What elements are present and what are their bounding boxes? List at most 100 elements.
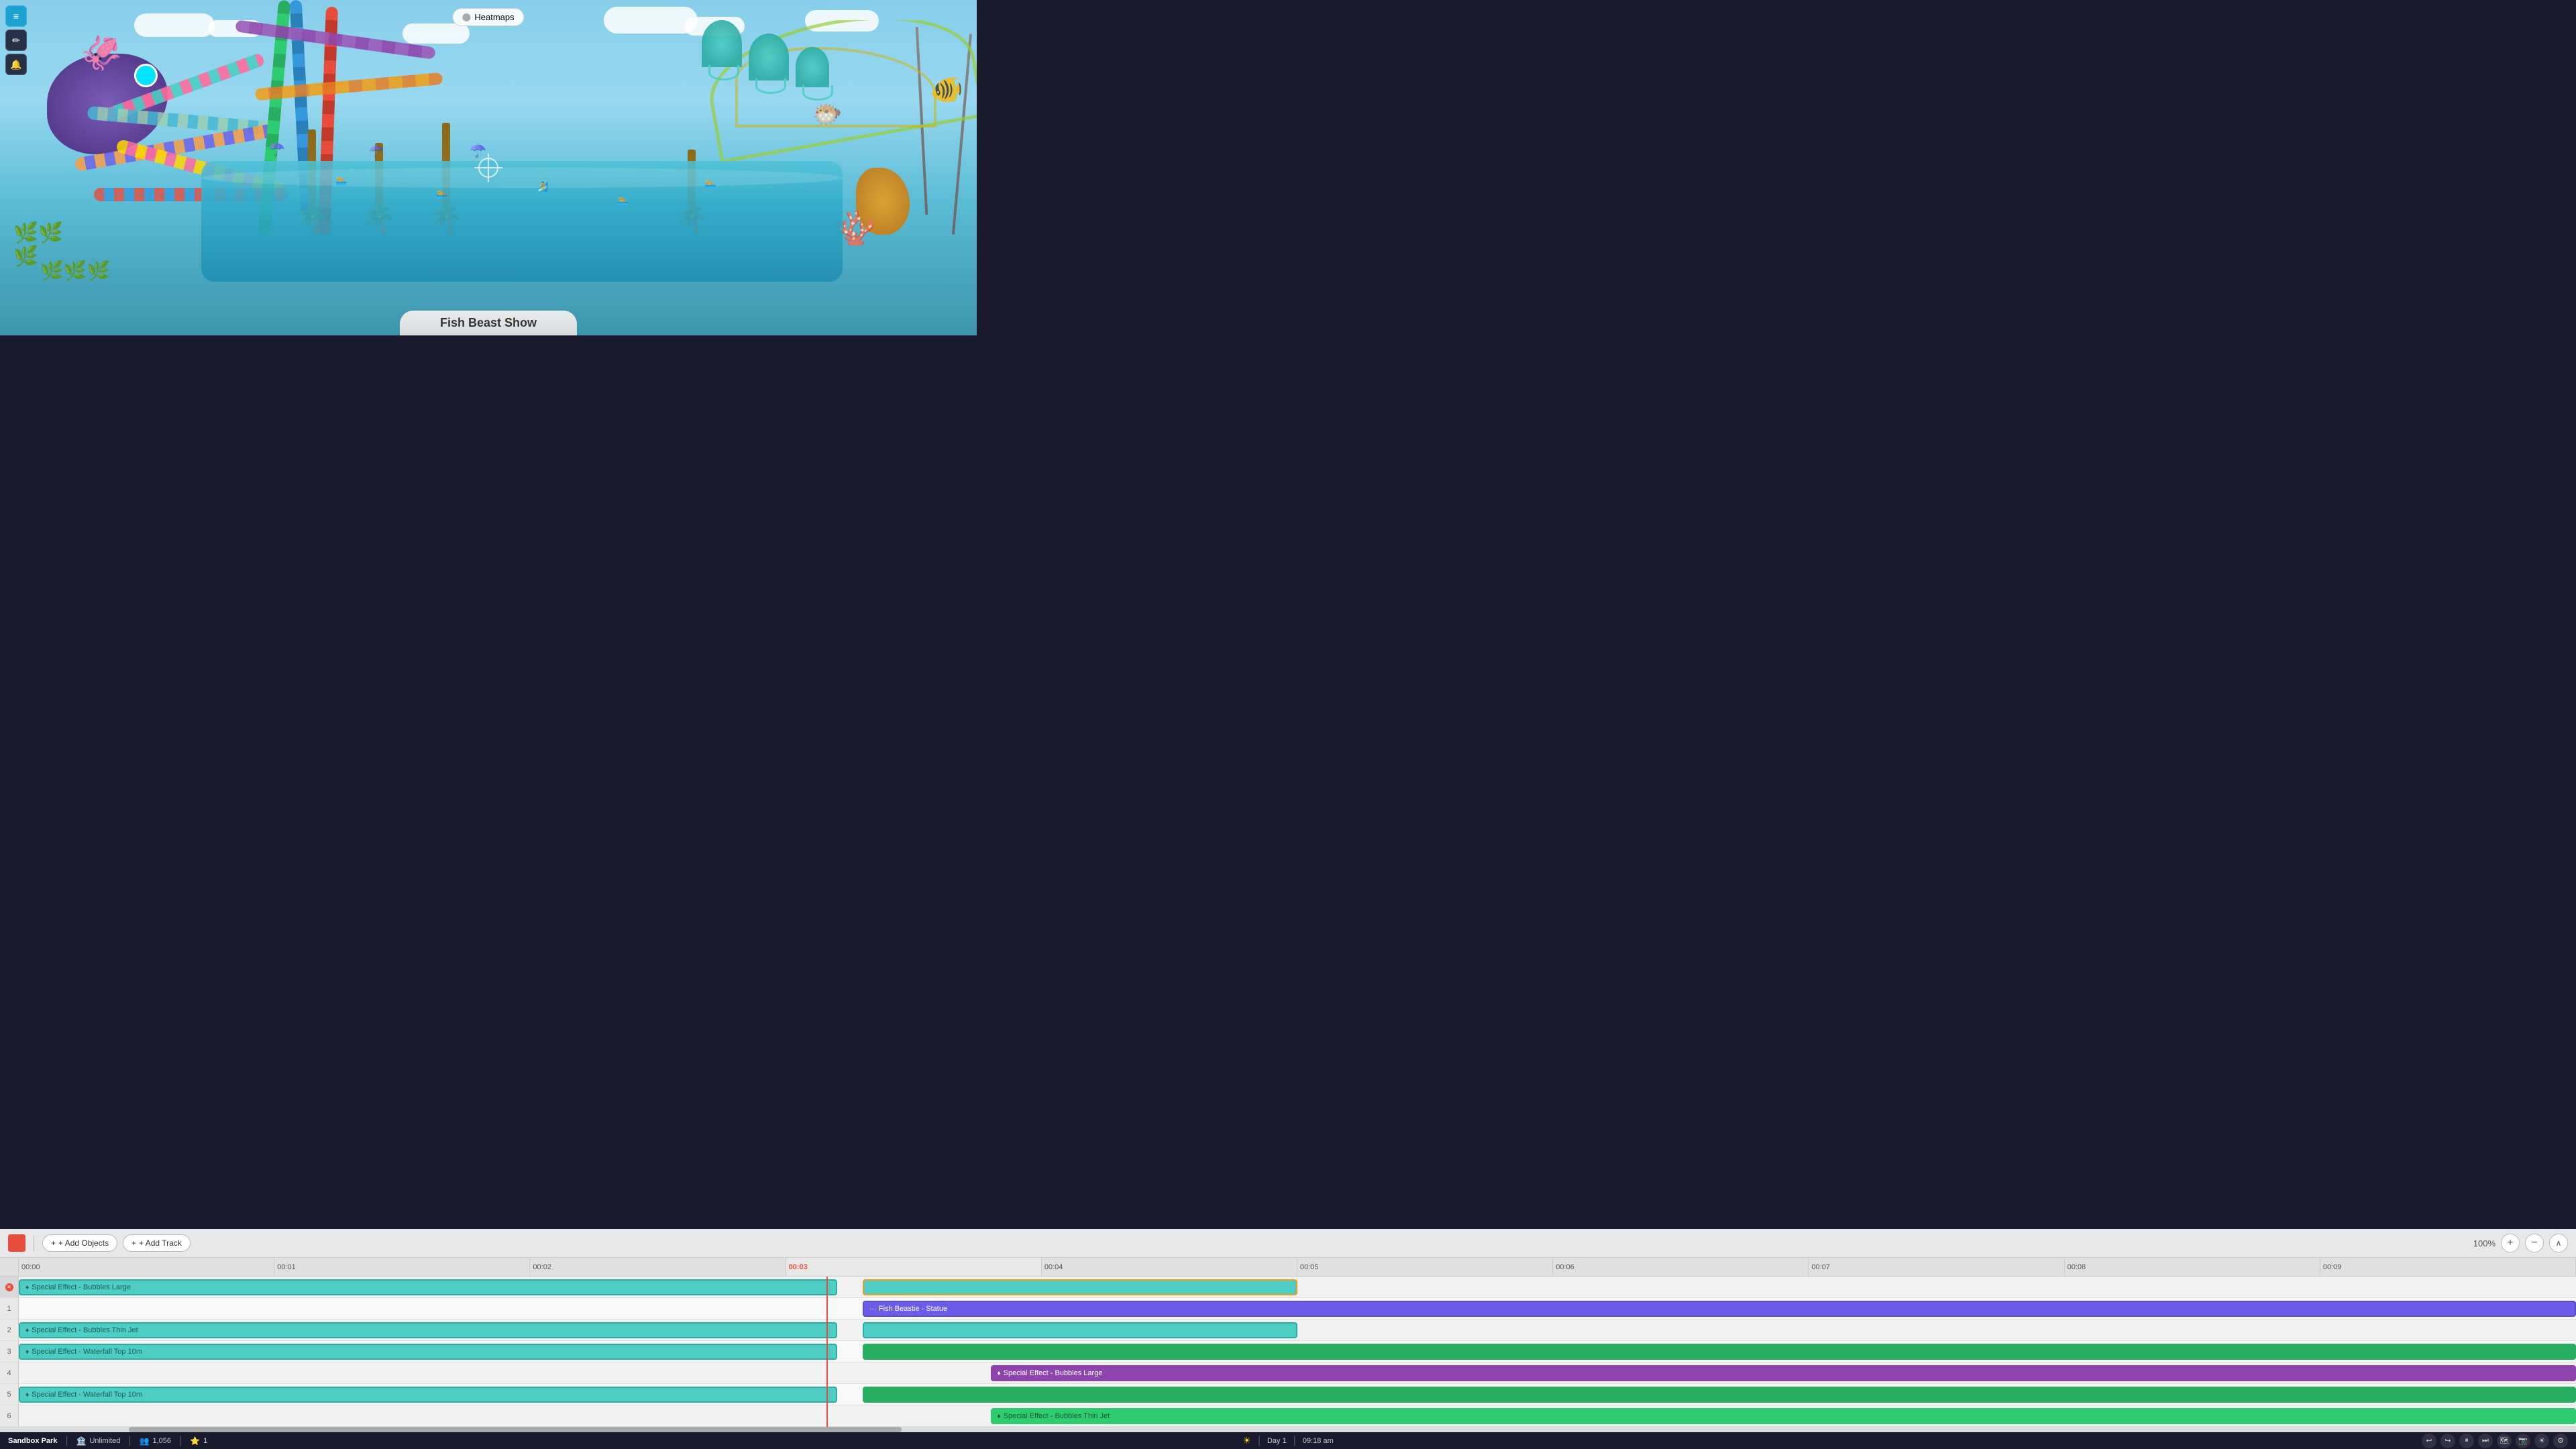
status-center: ☀ | Day 1 | 09:18 am: [1242, 1435, 1334, 1447]
timeline-scrollbar[interactable]: [0, 1427, 2576, 1432]
seg-label-0-0: Special Effect - Bubbles Large: [32, 1283, 131, 1291]
seg-label-3-0: Special Effect - Waterfall Top 10m: [32, 1348, 142, 1356]
stop-button[interactable]: [8, 1234, 25, 1252]
track-row-6: 6 ♦ Special Effect - Bubbles Thin Jet: [0, 1405, 2576, 1427]
tracks-container[interactable]: ✕ ♦ Special Effect - Bubbles Large 1: [0, 1277, 2576, 1427]
center-crosshair: [478, 158, 498, 178]
track-row-num-3: 3: [0, 1341, 19, 1362]
notification-icon-btn[interactable]: 🔔: [5, 54, 27, 75]
track-row-num-6: 6: [0, 1405, 19, 1426]
ruler-mark-8: 00:08: [2065, 1258, 2320, 1276]
settings-btn[interactable]: ⚙: [2553, 1434, 2568, 1448]
beast-eye: [134, 64, 158, 87]
track-lane-6[interactable]: ♦ Special Effect - Bubbles Thin Jet: [19, 1405, 2576, 1426]
show-title-banner: Fish Beast Show: [400, 311, 577, 335]
track-segment-3-1[interactable]: [863, 1344, 2576, 1360]
seg-icon-3-0: ♦: [25, 1348, 29, 1356]
track-segment-5-1[interactable]: [863, 1387, 2576, 1403]
timeline-panel: + + Add Objects + + Add Track 100% + − ∧…: [0, 1229, 2576, 1432]
track-row-1: 1 ··· Fish Beastie - Statue: [0, 1298, 2576, 1320]
water-pool: 🏊 🏊 🏄 🏊 🏊 ☂️ ☂️ ☂️: [201, 161, 843, 282]
undo-btn[interactable]: ↩: [2422, 1434, 2436, 1448]
redo-btn[interactable]: ↪: [2440, 1434, 2455, 1448]
umbrella-3: ☂️: [470, 142, 486, 159]
umbrella-1: ☂️: [268, 141, 285, 158]
seg-label-6-0: Special Effect - Bubbles Thin Jet: [1004, 1412, 1110, 1420]
track-lane-5[interactable]: ♦ Special Effect - Waterfall Top 10m: [19, 1384, 2576, 1405]
star-icon: ⭐: [190, 1436, 200, 1446]
track-row-num-0: ✕: [0, 1277, 19, 1297]
plants-left: 🌿🌿🌿: [40, 260, 111, 282]
track-row-5: 5 ♦ Special Effect - Waterfall Top 10m: [0, 1384, 2576, 1405]
fish-decoration: 🐠: [930, 74, 963, 105]
zoom-out-button[interactable]: −: [2525, 1234, 2544, 1252]
step-btn[interactable]: ⏭: [2478, 1434, 2493, 1448]
heatmaps-label: Heatmaps: [474, 12, 514, 22]
beast-detail: 🦑: [80, 34, 122, 73]
top-left-ui-panel: ≡ ✏ 🔔: [5, 5, 27, 75]
camera-btn[interactable]: 📷: [2516, 1434, 2530, 1448]
add-track-icon: +: [131, 1238, 136, 1248]
money-icon: 🏦: [76, 1436, 87, 1446]
time-label: 09:18 am: [1303, 1437, 1334, 1445]
status-stars: ⭐ 1: [190, 1436, 207, 1446]
day-label: Day 1: [1267, 1437, 1287, 1445]
track-segment-5-0[interactable]: ♦ Special Effect - Waterfall Top 10m: [19, 1387, 837, 1403]
track-segment-6-0[interactable]: ♦ Special Effect - Bubbles Thin Jet: [991, 1408, 2576, 1424]
track-segment-2-0[interactable]: ♦ Special Effect - Bubbles Thin Jet: [19, 1322, 837, 1338]
map-btn[interactable]: 🗺: [2497, 1434, 2512, 1448]
track-lane-0[interactable]: ♦ Special Effect - Bubbles Large: [19, 1277, 2576, 1297]
track-row-2: 2 ♦ Special Effect - Bubbles Thin Jet: [0, 1320, 2576, 1341]
seg-icon-5-0: ♦: [25, 1391, 29, 1399]
seg-label-2-0: Special Effect - Bubbles Thin Jet: [32, 1326, 138, 1334]
person-4: 🏊: [617, 195, 629, 206]
ruler-mark-6: 00:06: [1553, 1258, 1809, 1276]
ruler-marks[interactable]: 00:00 00:01 00:02 00:03 00:04 00:05 00:0…: [19, 1258, 2576, 1276]
menu-icon-btn[interactable]: ≡: [5, 5, 27, 27]
add-track-button[interactable]: + + Add Track: [123, 1234, 191, 1252]
jellyfish-1: [749, 34, 789, 80]
seg-label-5-0: Special Effect - Waterfall Top 10m: [32, 1391, 142, 1399]
add-objects-button[interactable]: + + Add Objects: [42, 1234, 117, 1252]
track-row-num-1: 1: [0, 1298, 19, 1319]
track-row-num-4: 4: [0, 1362, 19, 1383]
zoom-in-button[interactable]: +: [2501, 1234, 2520, 1252]
timeline-ruler: 00:00 00:01 00:02 00:03 00:04 00:05 00:0…: [0, 1258, 2576, 1277]
heatmaps-button[interactable]: Heatmaps: [452, 8, 524, 26]
ruler-mark-5: 00:05: [1297, 1258, 1553, 1276]
track-segment-0-0[interactable]: ♦ Special Effect - Bubbles Large: [19, 1279, 837, 1295]
track-segment-4-0[interactable]: ♦ Special Effect - Bubbles Large: [991, 1365, 2576, 1381]
fish-decoration-2: 🐡: [812, 101, 843, 129]
track-lane-4[interactable]: ♦ Special Effect - Bubbles Large: [19, 1362, 2576, 1383]
jellyfish-3: [796, 47, 829, 87]
ruler-mark-9: 00:09: [2320, 1258, 2576, 1276]
track-segment-3-0[interactable]: ♦ Special Effect - Waterfall Top 10m: [19, 1344, 837, 1360]
track-stop-icon[interactable]: ✕: [5, 1283, 13, 1291]
track-row-3: 3 ♦ Special Effect - Waterfall Top 10m: [0, 1341, 2576, 1362]
pause-btn[interactable]: ⏸: [2459, 1434, 2474, 1448]
weather-btn[interactable]: ☀: [2534, 1434, 2549, 1448]
person-1: 🏊: [335, 174, 347, 186]
track-segment-1-0[interactable]: ··· Fish Beastie - Statue: [863, 1301, 2576, 1317]
seg-label-4-0: Special Effect - Bubbles Large: [1004, 1369, 1103, 1377]
ruler-mark-3: 00:03: [786, 1258, 1042, 1276]
add-track-label: + Add Track: [139, 1238, 182, 1248]
umbrella-2: ☂️: [369, 144, 384, 158]
track-row-num-2: 2: [0, 1320, 19, 1340]
zoom-level: 100%: [2473, 1238, 2496, 1248]
seg-icon-0-0: ♦: [25, 1284, 29, 1291]
scrollbar-thumb[interactable]: [129, 1427, 902, 1432]
game-viewport: 🐠 🐡 🪸 🌿🌿🌿 🌿🌿🌿 🦑: [0, 0, 977, 335]
brush-icon-btn[interactable]: ✏: [5, 30, 27, 51]
show-title-text: Fish Beast Show: [440, 316, 537, 329]
park-name: Sandbox Park: [8, 1437, 57, 1445]
collapse-button[interactable]: ∧: [2549, 1234, 2568, 1252]
track-segment-2-1[interactable]: [863, 1322, 1297, 1338]
track-lane-3[interactable]: ♦ Special Effect - Waterfall Top 10m: [19, 1341, 2576, 1362]
ruler-mark-2: 00:02: [530, 1258, 786, 1276]
track-lane-1[interactable]: ··· Fish Beastie - Statue: [19, 1298, 2576, 1319]
track-lane-2[interactable]: ♦ Special Effect - Bubbles Thin Jet: [19, 1320, 2576, 1340]
track-row-num-5: 5: [0, 1384, 19, 1405]
track-segment-0-1[interactable]: [863, 1279, 1297, 1295]
person-3: 🏄: [537, 181, 548, 193]
